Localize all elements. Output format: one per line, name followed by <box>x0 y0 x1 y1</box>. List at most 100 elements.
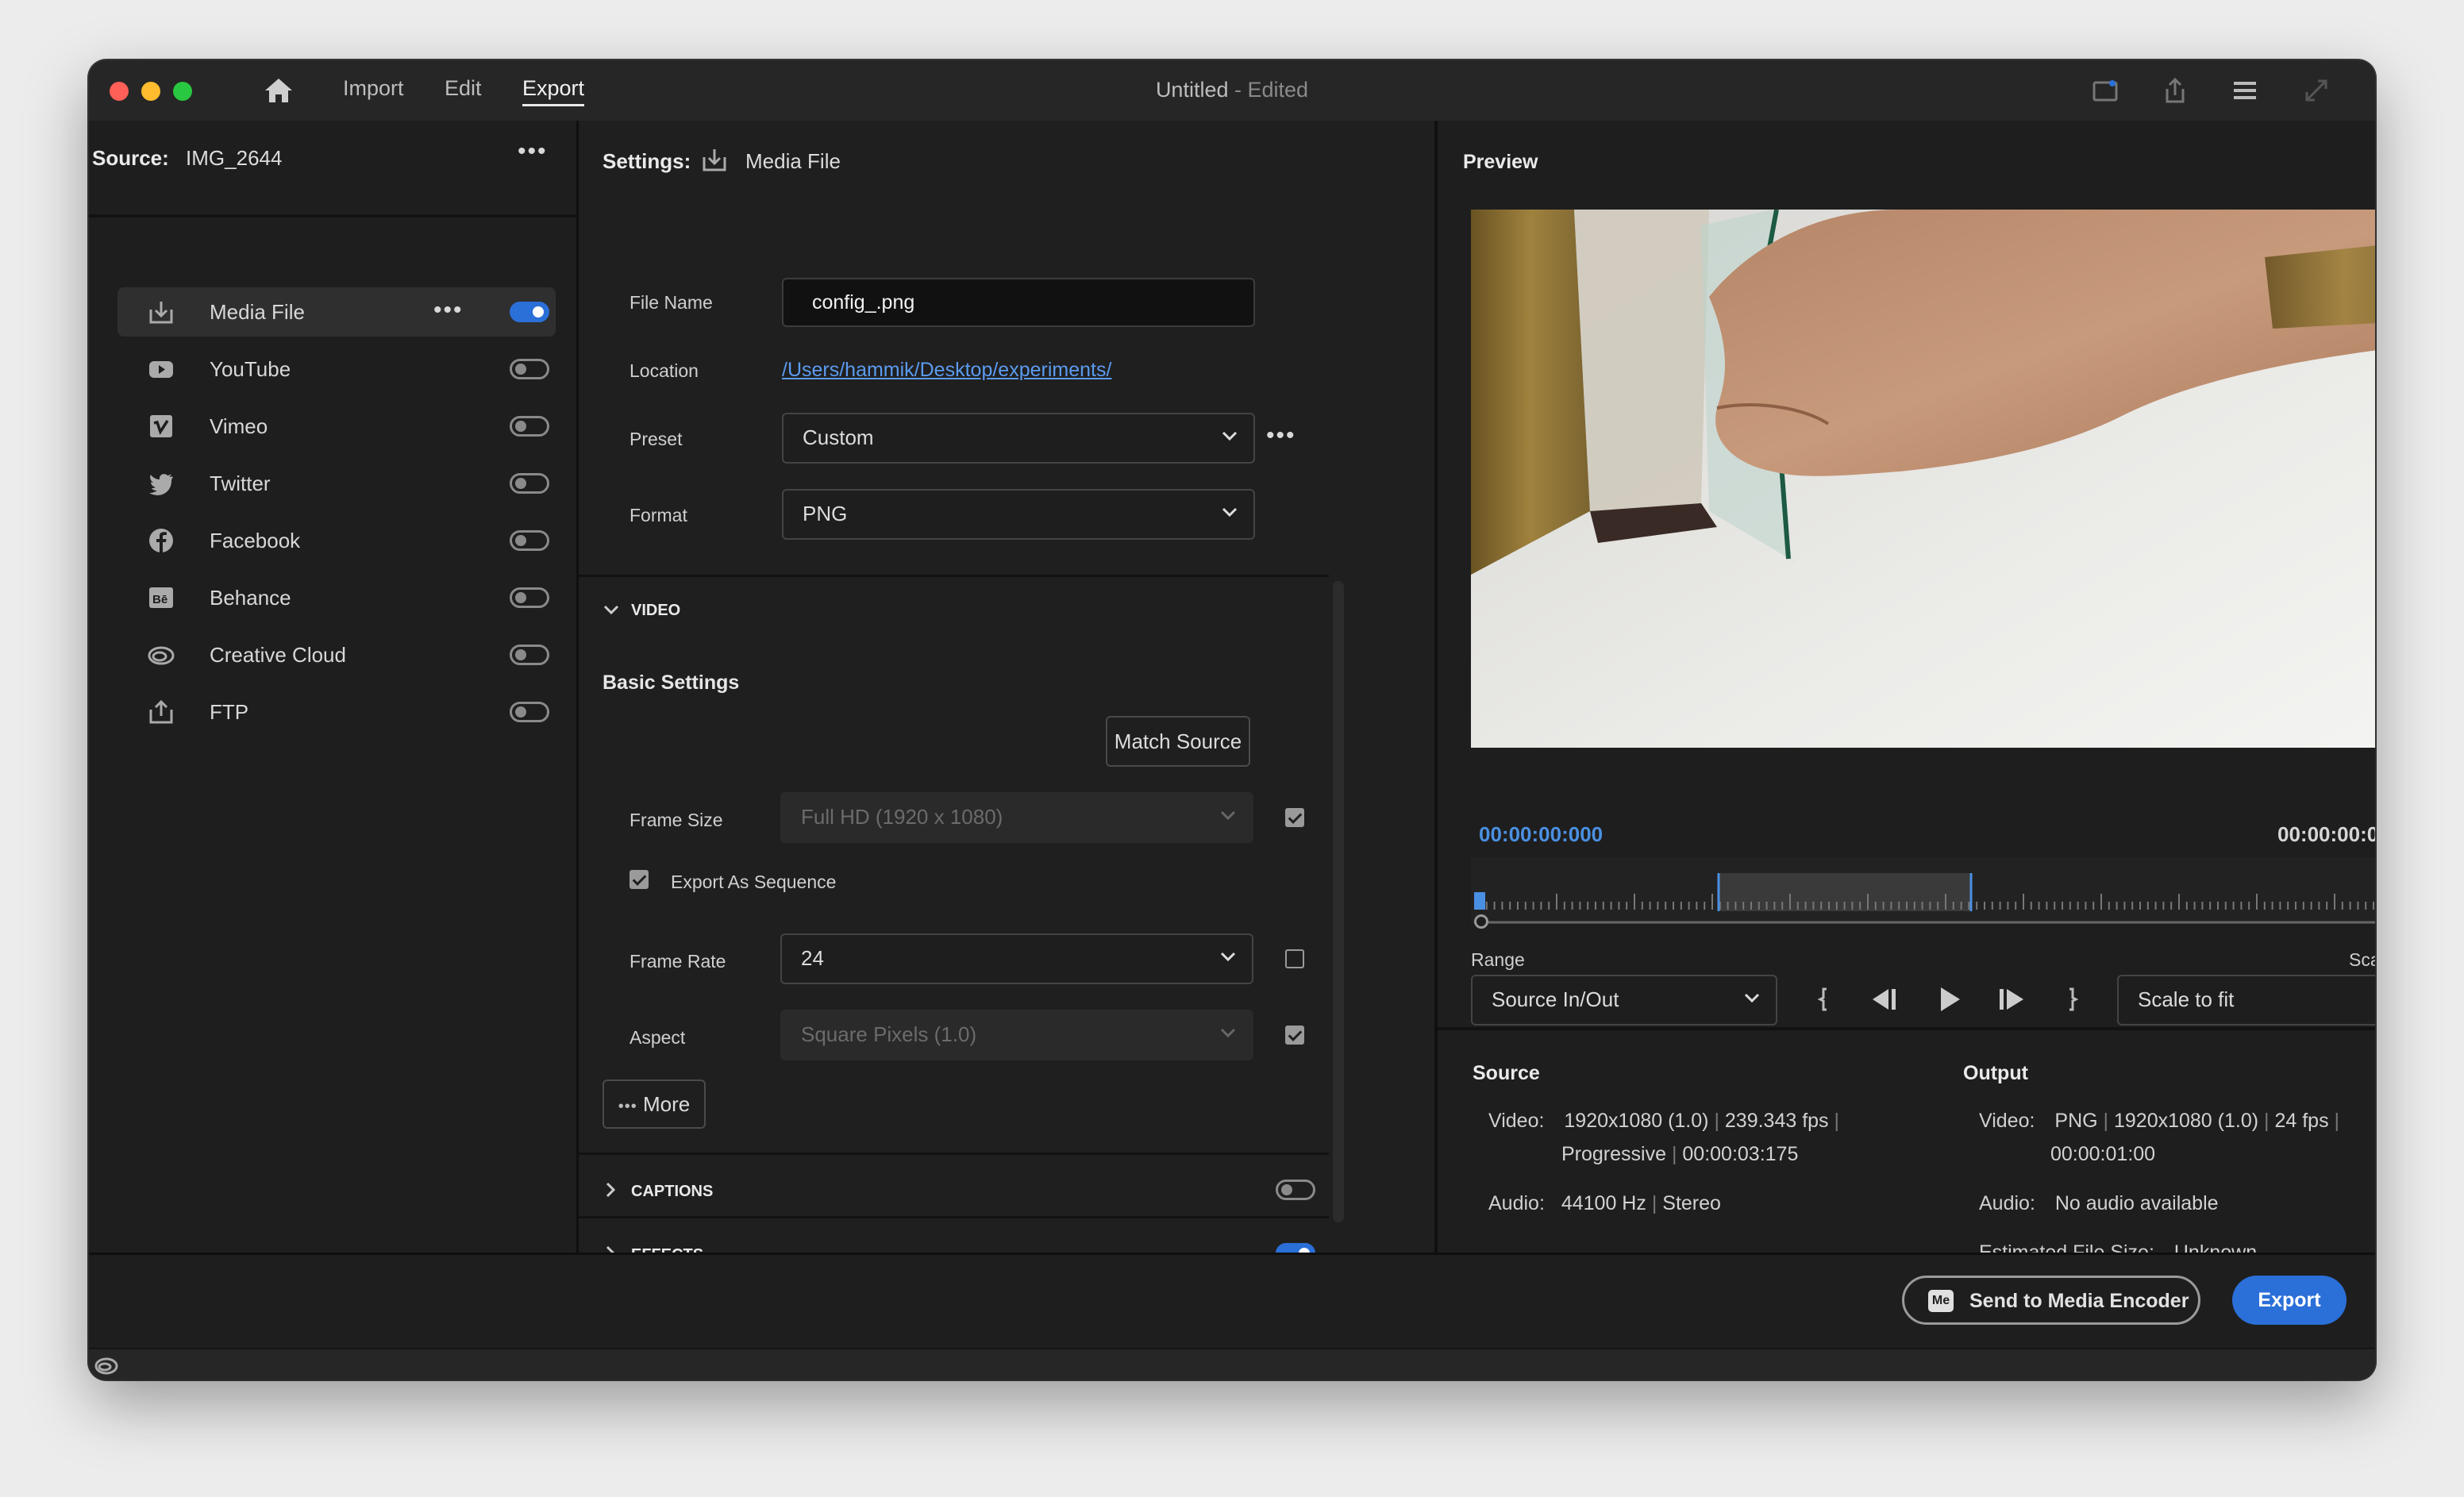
export-as-sequence-label: Export As Sequence <box>671 872 837 892</box>
output-info-title: Output <box>1963 1062 2028 1084</box>
set-out-point-icon[interactable] <box>2062 986 2081 1013</box>
destination-vimeo[interactable]: Vimeo <box>117 402 556 451</box>
frame-rate-match-checkbox[interactable] <box>1285 949 1304 968</box>
preset-select[interactable]: Custom <box>782 413 1255 464</box>
destination-ftp[interactable]: FTP <box>117 687 556 737</box>
send-to-media-encoder-button[interactable]: Me Send to Media Encoder <box>1902 1276 2200 1325</box>
range-select[interactable]: Source In/Out <box>1471 975 1777 1026</box>
preset-label: Preset <box>629 429 683 449</box>
source-video-info: Video: 1920x1080 (1.0) | 239.343 fps | <box>1488 1110 1840 1132</box>
destination-label: FTP <box>210 700 249 724</box>
frame-size-select[interactable]: Full HD (1920 x 1080) <box>780 792 1253 843</box>
panel-icon[interactable] <box>2091 76 2119 105</box>
send-to-media-encoder-label: Send to Media Encoder <box>1969 1290 2189 1312</box>
chevron-down-icon <box>1220 1028 1236 1038</box>
settings-scrollbar[interactable] <box>1333 581 1344 1222</box>
status-bar <box>89 1348 2375 1380</box>
scaling-label: Scaling <box>2349 949 2375 970</box>
menu-icon[interactable] <box>2231 76 2259 105</box>
creative-cloud-icon[interactable] <box>94 1354 119 1376</box>
chevron-down-icon <box>1220 810 1236 821</box>
footer-bar: Me Send to Media Encoder Export <box>89 1253 2375 1350</box>
source-more-icon[interactable]: ••• <box>518 138 548 165</box>
source-video-info-line2: Progressive | 00:00:03:175 <box>1561 1143 1799 1165</box>
more-button-label: More <box>643 1092 691 1116</box>
frame-rate-value: 24 <box>801 946 824 970</box>
chevron-down-icon <box>1744 993 1760 1003</box>
source-name: IMG_2644 <box>186 146 283 170</box>
set-in-point-icon[interactable] <box>1815 986 1835 1013</box>
divider <box>579 1216 1329 1218</box>
vimeo-icon <box>150 415 172 437</box>
source-audio-info: Audio: 44100 Hz | Stereo <box>1488 1192 1721 1214</box>
chevron-down-icon <box>1222 431 1238 441</box>
destination-twitter[interactable]: Twitter <box>117 459 556 508</box>
facebook-toggle[interactable] <box>510 530 549 551</box>
divider <box>579 1153 1329 1155</box>
ftp-toggle[interactable] <box>510 702 549 722</box>
settings-label: Settings: <box>603 149 691 173</box>
aspect-match-checkbox[interactable] <box>1285 1026 1304 1045</box>
destination-media-file[interactable]: Media File ••• <box>117 287 556 337</box>
share-icon[interactable] <box>2161 76 2189 105</box>
frame-size-label: Frame Size <box>629 810 723 830</box>
behance-toggle[interactable] <box>510 587 549 608</box>
media-file-toggle[interactable] <box>510 302 549 322</box>
captions-section-header[interactable]: CAPTIONS <box>631 1183 713 1201</box>
creative-cloud-icon <box>148 646 175 665</box>
destination-more-icon[interactable]: ••• <box>433 297 464 324</box>
destination-creative-cloud[interactable]: Creative Cloud <box>117 630 556 679</box>
source-label: Source: <box>92 146 169 170</box>
location-label: Location <box>629 360 699 381</box>
timecode-end: 00:00:00:024 <box>2277 822 2375 846</box>
captions-toggle[interactable] <box>1276 1180 1315 1200</box>
destination-label: Facebook <box>210 529 301 552</box>
range-label: Range <box>1471 949 1525 970</box>
settings-target: Media File <box>745 149 841 173</box>
step-back-icon[interactable] <box>1868 986 1901 1013</box>
destination-facebook[interactable]: Facebook <box>117 516 556 565</box>
location-link[interactable]: /Users/hammik/Desktop/experiments/ <box>782 359 1111 382</box>
scrubber-timeline[interactable] <box>1471 857 2375 929</box>
destination-behance[interactable]: Bē Behance <box>117 573 556 622</box>
media-encoder-icon: Me <box>1928 1290 1954 1312</box>
scaling-select[interactable]: Scale to fit <box>2117 975 2375 1026</box>
export-as-sequence-checkbox[interactable] <box>629 870 649 889</box>
creative-cloud-toggle[interactable] <box>510 645 549 665</box>
step-forward-icon[interactable] <box>1995 986 2028 1013</box>
chevron-down-icon <box>1222 507 1238 518</box>
basic-settings-heading: Basic Settings <box>603 672 740 694</box>
destination-label: Behance <box>210 586 291 610</box>
output-audio-info: Audio: No audio available <box>1979 1192 2219 1214</box>
download-icon <box>149 302 173 324</box>
file-name-label: File Name <box>629 292 713 313</box>
frame-rate-select[interactable]: 24 <box>780 933 1253 984</box>
frame-size-match-checkbox[interactable] <box>1285 808 1304 827</box>
preset-more-icon[interactable]: ••• <box>1266 422 1296 449</box>
format-select[interactable]: PNG <box>782 489 1255 540</box>
expand-icon[interactable] <box>2302 76 2331 105</box>
divider <box>89 214 576 217</box>
youtube-toggle[interactable] <box>510 359 549 379</box>
frame-rate-label: Frame Rate <box>629 951 726 972</box>
export-button[interactable]: Export <box>2232 1276 2347 1325</box>
format-value: PNG <box>803 502 848 525</box>
twitter-toggle[interactable] <box>510 473 549 494</box>
vimeo-toggle[interactable] <box>510 416 549 437</box>
source-header: Source: IMG_2644 <box>92 146 282 171</box>
match-source-button[interactable]: Match Source <box>1106 716 1250 767</box>
destination-youtube[interactable]: YouTube <box>117 344 556 394</box>
play-icon[interactable] <box>1936 984 1963 1014</box>
in-point-handle[interactable] <box>1474 914 1488 929</box>
chevron-right-icon[interactable] <box>604 1181 617 1199</box>
file-name-input[interactable]: config_.png <box>782 278 1255 327</box>
chevron-down-icon[interactable] <box>603 603 620 616</box>
video-section-header[interactable]: VIDEO <box>631 602 680 620</box>
preview-panel: Preview 00:00:00:000 00:00:00:0 Range Sc… <box>1438 121 2375 1310</box>
download-icon <box>703 149 726 171</box>
divider <box>579 575 1329 577</box>
more-button[interactable]: ••• More <box>603 1079 706 1129</box>
export-window: Import Edit Export Untitled - Edited Sou… <box>89 60 2375 1380</box>
destination-label: Media File <box>210 300 305 324</box>
aspect-select[interactable]: Square Pixels (1.0) <box>780 1010 1253 1060</box>
